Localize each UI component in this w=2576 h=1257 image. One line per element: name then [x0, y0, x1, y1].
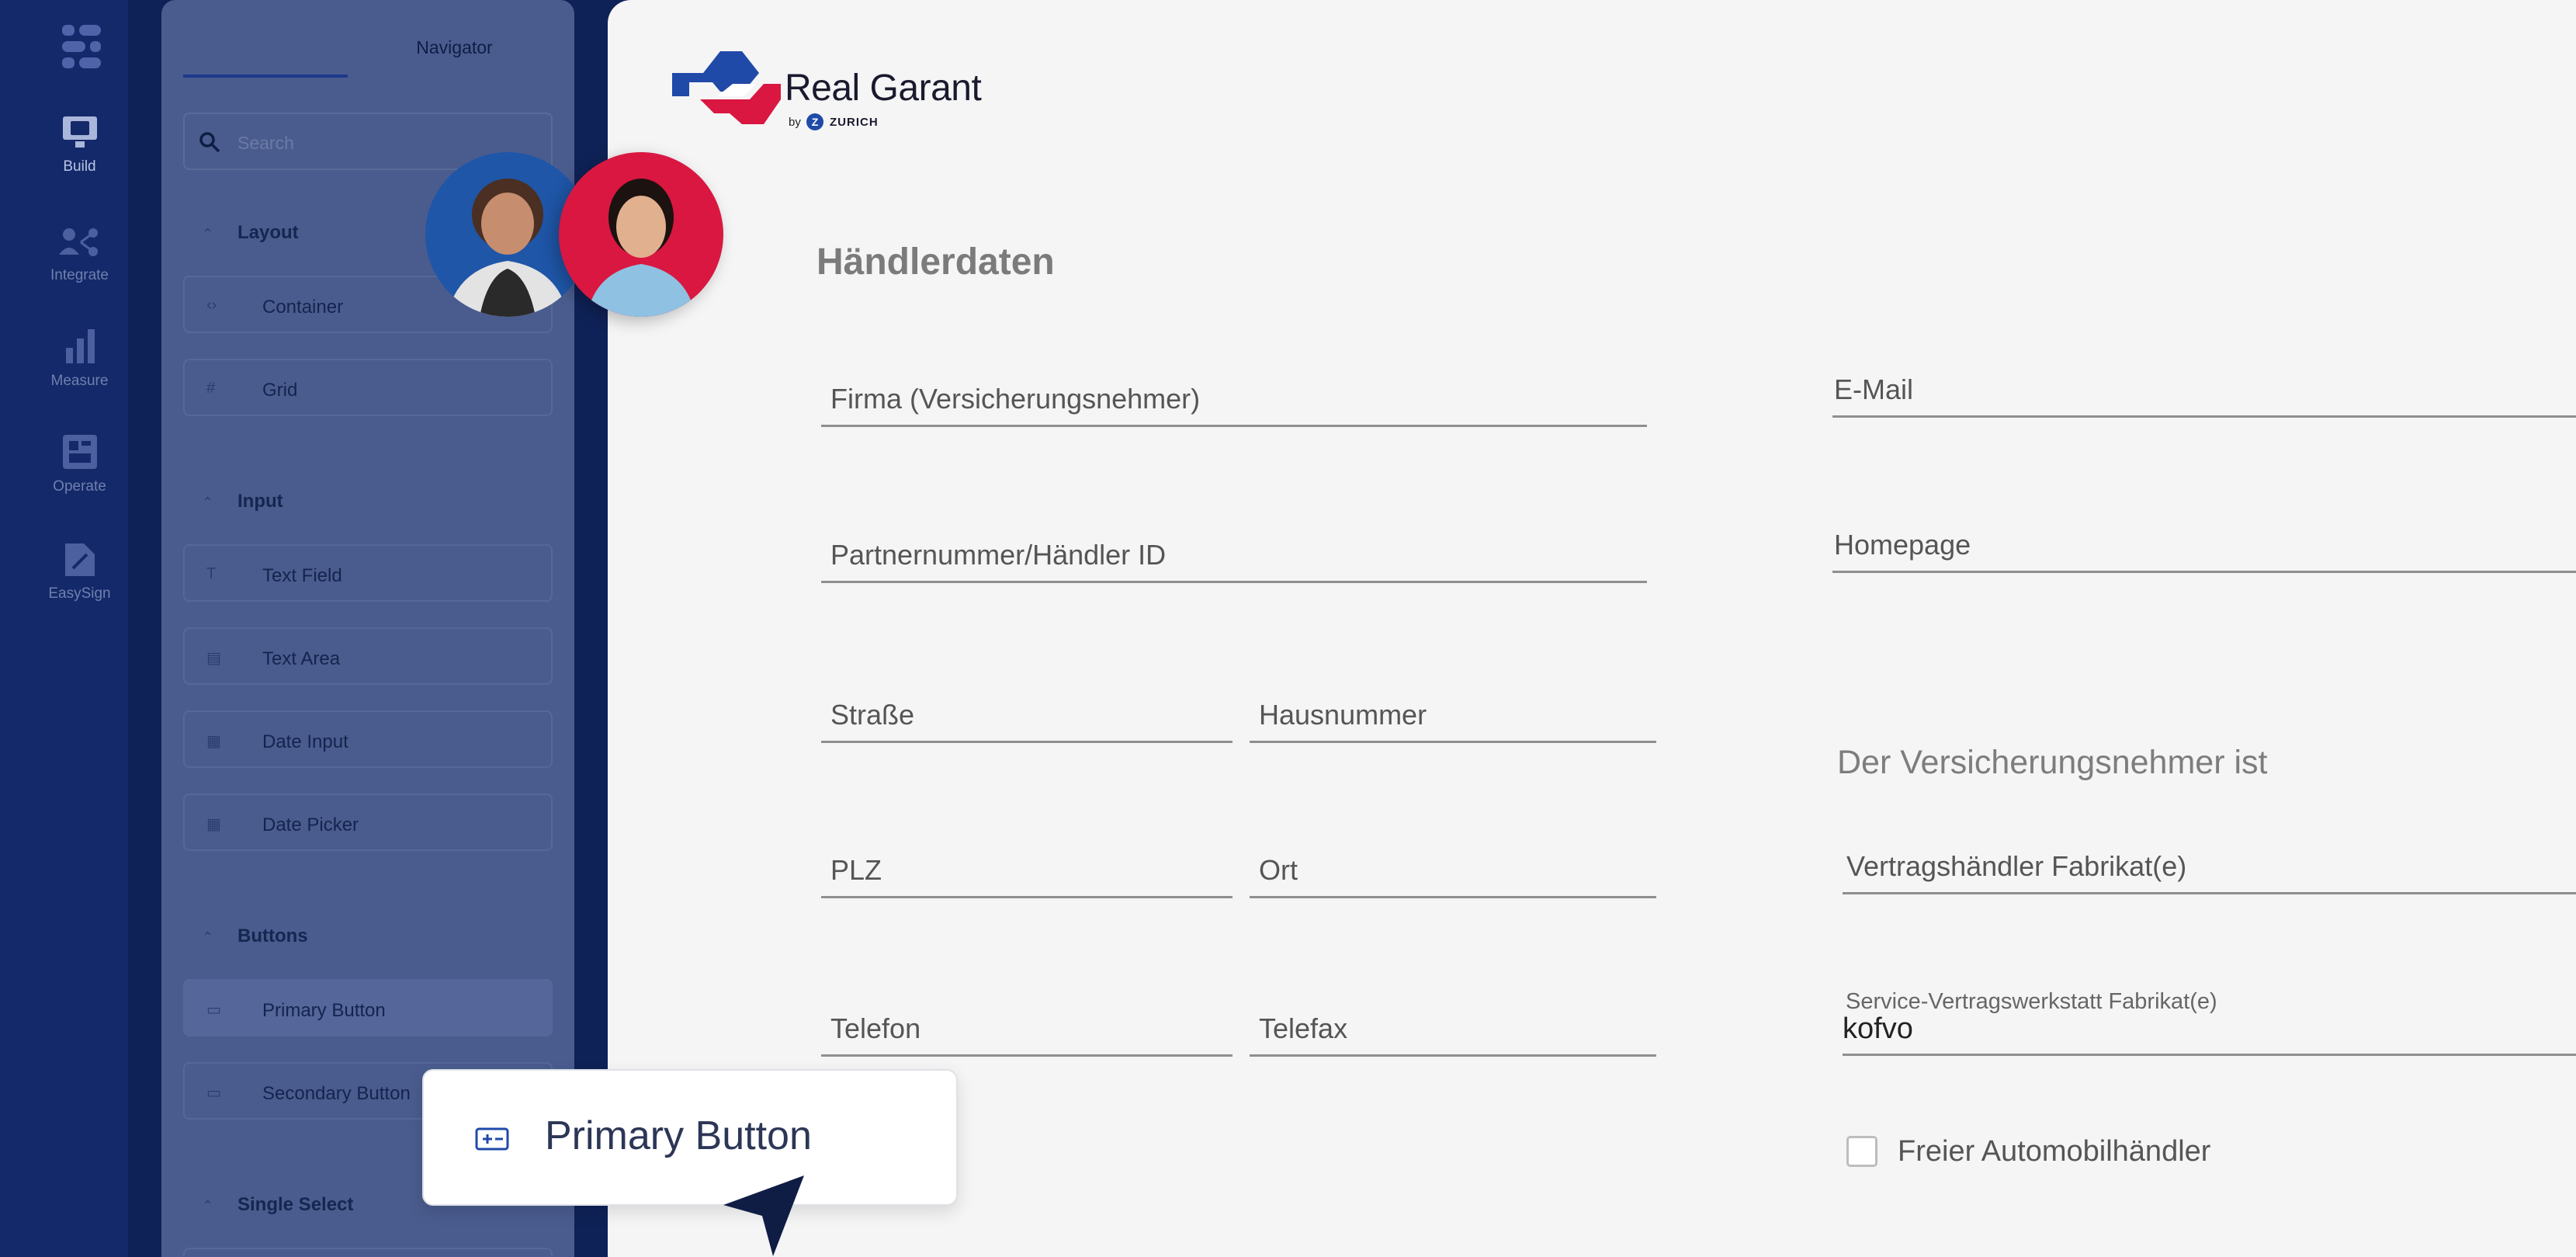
chevron-up-icon: ⌃	[202, 1198, 214, 1214]
firma-label: Firma (Versicherungsnehmer)	[830, 383, 1201, 415]
telefax-label: Telefax	[1259, 1012, 1348, 1044]
telefon-label: Telefon	[830, 1012, 921, 1044]
nav-item-text-area[interactable]: ▤ Text Area	[183, 627, 553, 685]
container-icon: ‹›	[206, 297, 217, 314]
section-input[interactable]: ⌃ Input	[202, 491, 283, 512]
calendar-icon: ▦	[206, 816, 221, 833]
rail-label-operate: Operate	[53, 478, 106, 495]
left-rail: Build Integrate Measure Operate EasySign	[0, 0, 128, 1257]
chevron-up-icon: ⌃	[202, 495, 214, 510]
strasse-label: Straße	[830, 699, 915, 731]
chevron-up-icon: ⌃	[202, 226, 214, 241]
nav-item-label: Text Area	[262, 648, 341, 669]
easysign-icon	[64, 543, 95, 576]
nav-item-date-input[interactable]: ▦ Date Input	[183, 710, 553, 768]
text-field-icon: T	[206, 565, 217, 582]
partner-id-label: Partnernummer/Händler ID	[830, 539, 1167, 571]
zurich-logo-icon: Z	[806, 113, 823, 130]
nav-item-label: Container	[262, 297, 344, 318]
email-field[interactable]: E-Mail	[1832, 363, 2576, 418]
rail-item-easysign[interactable]: EasySign	[0, 543, 159, 602]
vertragshaendler-field[interactable]: Vertragshändler Fabrikat(e)	[1843, 840, 2576, 894]
telefax-field[interactable]: Telefax	[1250, 1002, 1656, 1057]
nav-item-grid[interactable]: # Grid	[183, 359, 553, 416]
vertragshaendler-label: Vertragshändler Fabrikat(e)	[1846, 850, 2187, 882]
hausnummer-field[interactable]: Hausnummer	[1250, 689, 1656, 743]
service-werkstatt-field[interactable]: Service-Vertragswerkstatt Fabrikat(e) ko…	[1843, 989, 2576, 1056]
section-buttons[interactable]: ⌃ Buttons	[202, 925, 308, 947]
integrate-icon	[58, 228, 98, 256]
nav-item-label: Date Picker	[262, 814, 359, 835]
search-icon	[199, 132, 220, 153]
telefon-field[interactable]: Telefon	[821, 1002, 1233, 1057]
measure-icon	[65, 329, 95, 363]
text-area-icon: ▤	[206, 650, 221, 667]
ort-field[interactable]: Ort	[1250, 844, 1656, 898]
tab-navigator[interactable]: Navigator	[387, 37, 522, 58]
service-werkstatt-value[interactable]: kofvo	[1843, 1012, 1913, 1046]
tab-active-indicator	[183, 75, 348, 78]
rail-label-easysign: EasySign	[48, 585, 111, 602]
section-single-select-label: Single Select	[237, 1194, 354, 1215]
real-garant-logo-icon	[672, 51, 781, 124]
avatar	[559, 152, 723, 317]
nav-item-text-field[interactable]: T Text Field	[183, 544, 553, 602]
rail-item-operate[interactable]: Operate	[0, 435, 159, 495]
freier-automobilhaendler-checkbox[interactable]	[1846, 1136, 1877, 1167]
search-input[interactable]: Search	[237, 133, 294, 154]
freier-automobilhaendler-label: Freier Automobilhändler	[1898, 1135, 2211, 1168]
homepage-label: Homepage	[1834, 529, 1971, 561]
plz-label: PLZ	[830, 854, 882, 886]
nav-item-label: Text Field	[262, 565, 342, 586]
service-werkstatt-label: Service-Vertragswerkstatt Fabrikat(e)	[1846, 989, 2217, 1014]
section-single-select[interactable]: ⌃ Single Select	[202, 1194, 353, 1216]
drag-preview-label: Primary Button	[545, 1113, 812, 1158]
firma-field[interactable]: Firma (Versicherungsnehmer)	[821, 373, 1647, 427]
button-icon	[475, 1127, 509, 1151]
button-icon: ▭	[206, 1085, 221, 1102]
button-icon: ▭	[206, 1002, 221, 1019]
rail-item-integrate[interactable]: Integrate	[0, 227, 159, 284]
brand-partner: ZURICH	[830, 116, 879, 129]
brand-name: Real Garant	[785, 68, 982, 109]
section-layout[interactable]: ⌃ Layout	[202, 222, 299, 244]
plz-field[interactable]: PLZ	[821, 844, 1233, 898]
app-logo-icon	[62, 25, 101, 68]
cursor-arrow-icon	[723, 1175, 804, 1256]
rail-item-build[interactable]: Build	[0, 115, 159, 175]
rail-label-integrate: Integrate	[50, 267, 109, 283]
section-buttons-label: Buttons	[237, 925, 308, 946]
homepage-field[interactable]: Homepage	[1832, 519, 2576, 573]
section-layout-label: Layout	[237, 222, 299, 243]
operate-icon	[62, 435, 97, 469]
nav-item-primary-button[interactable]: ▭ Primary Button	[183, 979, 553, 1037]
hausnummer-label: Hausnummer	[1259, 699, 1427, 731]
insured-type-heading: Der Versicherungsnehmer ist	[1837, 744, 2268, 781]
calendar-icon: ▦	[206, 733, 221, 750]
nav-item-single-select[interactable]	[183, 1248, 553, 1257]
nav-item-label: Primary Button	[262, 1000, 386, 1021]
chevron-up-icon: ⌃	[202, 929, 214, 945]
build-icon	[62, 116, 97, 148]
grid-icon: #	[206, 380, 216, 397]
brand-by: by	[789, 116, 801, 129]
nav-item-label: Date Input	[262, 731, 348, 752]
user-avatar-icon	[587, 179, 695, 317]
drag-preview-primary-button[interactable]: Primary Button	[422, 1069, 958, 1206]
form-title: Händlerdaten	[816, 241, 1055, 283]
rail-label-measure: Measure	[50, 373, 109, 389]
section-input-label: Input	[237, 491, 283, 512]
partner-id-field[interactable]: Partnernummer/Händler ID	[821, 529, 1647, 583]
nav-item-label: Grid	[262, 380, 298, 401]
nav-item-label: Secondary Button	[262, 1083, 411, 1104]
rail-label-build: Build	[63, 158, 96, 175]
email-label: E-Mail	[1834, 373, 1914, 405]
rail-item-measure[interactable]: Measure	[0, 329, 159, 390]
ort-label: Ort	[1259, 854, 1298, 886]
strasse-field[interactable]: Straße	[821, 689, 1233, 743]
nav-item-date-picker[interactable]: ▦ Date Picker	[183, 793, 553, 851]
